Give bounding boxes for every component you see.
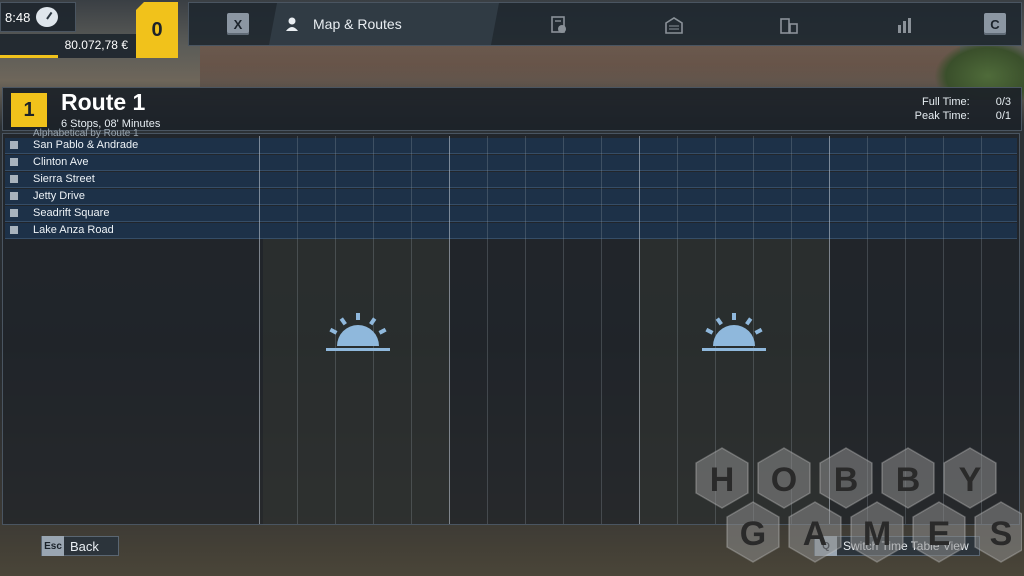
sunrise-icon [326, 313, 390, 351]
stop-name: Clinton Ave [33, 156, 89, 168]
stop-row[interactable]: Clinton Ave [5, 155, 1017, 171]
stop-marker-icon [10, 209, 18, 217]
route-title: Route 1 [61, 89, 146, 115]
hour-divider [449, 136, 450, 524]
stop-marker-icon [10, 226, 18, 234]
watermark-letter: G [740, 515, 766, 553]
grid-line [601, 136, 602, 524]
stop-row[interactable]: Jetty Drive [5, 189, 1017, 205]
sunset-icon [702, 313, 766, 351]
person-pin-icon [285, 16, 299, 32]
back-button[interactable]: Esc Back [41, 536, 119, 556]
hour-divider [259, 136, 260, 524]
tab-map-routes[interactable]: Map & Routes [269, 3, 499, 45]
back-button-label: Back [70, 538, 99, 554]
stop-row[interactable]: San Pablo & Andrade [5, 138, 1017, 154]
route-number-badge: 1 [11, 93, 47, 127]
watermark-letter: B [834, 461, 859, 499]
morning-column-shade [263, 238, 449, 524]
stop-marker-icon [10, 158, 18, 166]
depot-icon[interactable] [664, 15, 684, 35]
esc-key: Esc [42, 536, 64, 556]
watermark-letter: S [990, 515, 1013, 553]
money-display: 80.072,78 € [0, 34, 136, 58]
stop-marker-icon [10, 175, 18, 183]
stop-row[interactable]: Seadrift Square [5, 206, 1017, 222]
statistics-icon[interactable] [895, 15, 915, 35]
money-progress-bar [0, 55, 58, 58]
watermark-letter: A [803, 515, 828, 553]
watermark-letter: M [863, 515, 891, 553]
tab-map-routes-label: Map & Routes [313, 16, 402, 32]
clock-widget: 8:48 [0, 2, 76, 32]
prev-tab-key[interactable]: X [227, 13, 249, 35]
stop-name: Sierra Street [33, 173, 95, 185]
level-badge: 0 [136, 2, 178, 58]
stop-name: Seadrift Square [33, 207, 110, 219]
watermark-letter: H [710, 461, 735, 499]
stop-name: San Pablo & Andrade [33, 139, 139, 151]
next-tab-key[interactable]: C [984, 13, 1006, 35]
stop-row[interactable]: Sierra Street [5, 172, 1017, 188]
watermark-letter: Y [959, 461, 982, 499]
main-navigation: X Map & Routes C [188, 2, 1022, 46]
stop-marker-icon [10, 192, 18, 200]
full-time-value: 0/3 [995, 96, 1011, 108]
stop-row[interactable]: Lake Anza Road [5, 223, 1017, 239]
peak-time-value: 0/1 [995, 110, 1011, 122]
buildings-icon[interactable] [779, 15, 799, 35]
watermark-letter: O [771, 461, 797, 499]
money-value: 80.072,78 € [64, 38, 128, 52]
peak-time-label: Peak Time: [914, 110, 970, 122]
speed-gauge-icon[interactable] [36, 7, 59, 27]
grid-line [677, 136, 678, 524]
watermark-letter: E [928, 515, 951, 553]
timetable-icon[interactable] [549, 15, 569, 35]
grid-line [487, 136, 488, 524]
grid-line [563, 136, 564, 524]
watermark-letter: B [896, 461, 921, 499]
grid-line [297, 136, 298, 524]
clock-time: 8:48 [5, 9, 31, 25]
hobby-games-watermark: H O B B Y G A M E S [695, 447, 1022, 563]
hour-divider [639, 136, 640, 524]
vehicle-stats: Full Time: 0/3 Peak Time: 0/1 [915, 96, 1011, 124]
stop-name: Lake Anza Road [33, 224, 114, 236]
full-time-label: Full Time: [922, 96, 970, 108]
stop-name: Jetty Drive [33, 190, 85, 202]
route-header: 1 Route 1 6 Stops, 08' Minutes Full Time… [2, 87, 1022, 131]
grid-line [525, 136, 526, 524]
grid-line [411, 136, 412, 524]
stop-marker-icon [10, 141, 18, 149]
